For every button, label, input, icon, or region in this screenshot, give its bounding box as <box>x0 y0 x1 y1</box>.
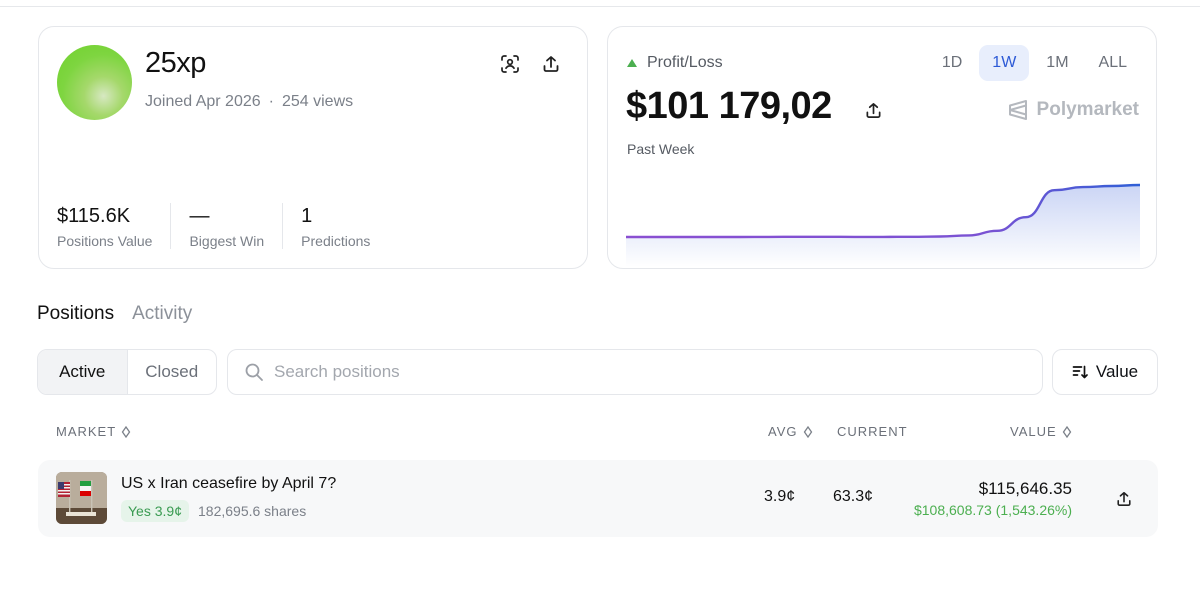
tab-activity[interactable]: Activity <box>132 303 192 325</box>
top-divider <box>0 6 1200 7</box>
header-label: VALUE <box>1010 424 1057 439</box>
stat-biggest-win: — Biggest Win <box>170 203 282 249</box>
filter-active-button[interactable]: Active <box>38 350 128 394</box>
status-filter: Active Closed <box>37 349 217 395</box>
range-1w[interactable]: 1W <box>979 45 1030 81</box>
pnl-chart <box>626 183 1140 267</box>
share-icon <box>866 102 880 118</box>
flags-image <box>56 472 107 524</box>
share-pnl-button[interactable] <box>861 98 885 122</box>
search-box <box>227 349 1043 395</box>
stat-value: $115.6K <box>57 205 131 227</box>
search-icon <box>245 363 263 381</box>
column-header-market[interactable]: MARKET <box>56 424 131 439</box>
stat-value: 1 <box>301 205 313 227</box>
share-icon <box>1117 491 1131 507</box>
profile-meta: Joined Apr 2026 · 254 views <box>145 93 353 111</box>
pnl-label: Profit/Loss <box>627 54 723 72</box>
position-pnl: $108,608.73 (1,543.26%) <box>913 502 1072 518</box>
sort-label: Value <box>1095 362 1139 381</box>
up-triangle-icon <box>627 59 637 67</box>
header-label: CURRENT <box>837 424 908 439</box>
profile-stats: $115.6K Positions Value — Biggest Win 1 … <box>57 203 388 249</box>
polymarket-logo-icon <box>1008 100 1027 120</box>
scan-face-icon <box>501 55 519 73</box>
stat-positions-value: $115.6K Positions Value <box>57 203 170 249</box>
sort-icon <box>1072 365 1088 379</box>
brand-name: Polymarket <box>1036 99 1139 120</box>
view-count: 254 views <box>281 93 354 110</box>
polymarket-brand: Polymarket <box>1007 99 1139 121</box>
avatar <box>57 45 132 120</box>
header-label: MARKET <box>56 424 117 439</box>
chart-area-fill <box>626 185 1140 267</box>
scan-profile-button[interactable] <box>498 52 522 76</box>
avg-price: 3.9¢ <box>764 488 796 505</box>
stat-label: Predictions <box>301 233 371 249</box>
period-label: Past Week <box>627 141 695 157</box>
column-header-current: CURRENT <box>837 424 908 439</box>
meta-separator: · <box>268 93 274 110</box>
stat-label: Biggest Win <box>189 233 265 249</box>
position-value: $115,646.35 <box>978 479 1072 498</box>
share-icon <box>543 56 559 72</box>
stat-value: — <box>189 205 210 227</box>
range-all[interactable]: ALL <box>1086 45 1140 81</box>
pnl-label-text: Profit/Loss <box>647 54 723 71</box>
current-price: 63.3¢ <box>833 488 874 505</box>
sort-toggle-icon <box>803 425 812 438</box>
range-selector: 1D 1W 1M ALL <box>929 45 1140 81</box>
share-profile-button[interactable] <box>539 52 563 76</box>
search-input[interactable] <box>274 362 974 382</box>
tab-positions[interactable]: Positions <box>37 303 114 325</box>
profile-card: 25xp Joined Apr 2026 · 254 views $115.6K P… <box>38 26 588 269</box>
joined-date: Joined Apr 2026 <box>145 93 261 110</box>
filter-closed-button[interactable]: Closed <box>128 350 217 394</box>
range-1m[interactable]: 1M <box>1033 45 1081 81</box>
outcome-badge: Yes 3.9¢ <box>121 500 189 522</box>
username: 25xp <box>145 47 206 79</box>
stat-label: Positions Value <box>57 233 153 249</box>
sort-toggle-icon <box>1062 425 1071 438</box>
sort-toggle-icon <box>121 425 131 438</box>
section-tabs: Positions Activity <box>37 303 192 325</box>
market-thumbnail <box>56 472 107 524</box>
share-position-button[interactable] <box>1112 487 1136 511</box>
stat-predictions: 1 Predictions <box>282 203 388 249</box>
share-count: 182,695.6 shares <box>198 503 307 519</box>
column-header-avg[interactable]: AVG <box>768 424 813 439</box>
market-title[interactable]: US x Iran ceasefire by April 7? <box>121 475 336 493</box>
column-header-value[interactable]: VALUE <box>1010 424 1072 439</box>
pnl-value: $101 179,02 <box>626 85 832 127</box>
sort-value-button[interactable]: Value <box>1052 349 1158 395</box>
position-row[interactable]: US x Iran ceasefire by April 7? Yes 3.9¢… <box>38 460 1158 537</box>
header-label: AVG <box>768 424 798 439</box>
range-1d[interactable]: 1D <box>929 45 975 81</box>
pnl-card: Profit/Loss 1D 1W 1M ALL $101 179,02 Pol… <box>607 26 1157 269</box>
